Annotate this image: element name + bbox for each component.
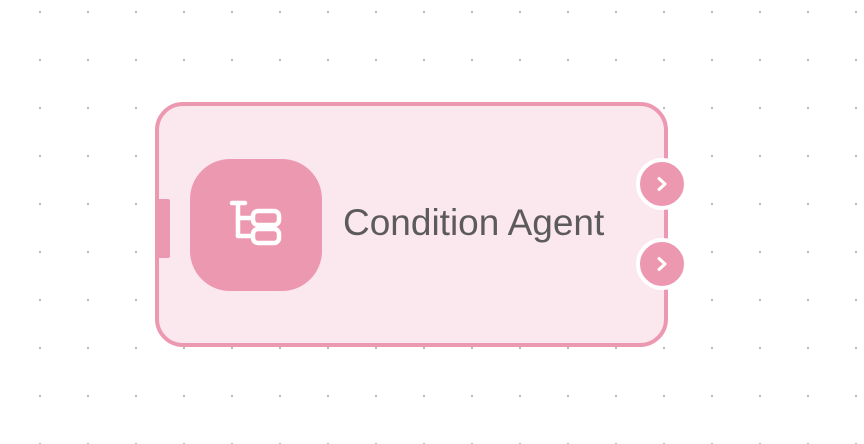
output-handle-2[interactable] — [636, 238, 688, 290]
condition-agent-node[interactable]: Condition Agent — [155, 102, 668, 347]
workflow-canvas[interactable]: Condition Agent — [0, 0, 864, 444]
node-icon-tile — [190, 159, 322, 291]
chevron-right-icon — [657, 177, 667, 191]
node-title: Condition Agent — [343, 202, 605, 243]
chevron-right-icon — [657, 257, 667, 271]
input-handle[interactable] — [155, 199, 170, 258]
output-handle-1[interactable] — [636, 158, 688, 210]
condition-tree-icon — [229, 200, 282, 246]
